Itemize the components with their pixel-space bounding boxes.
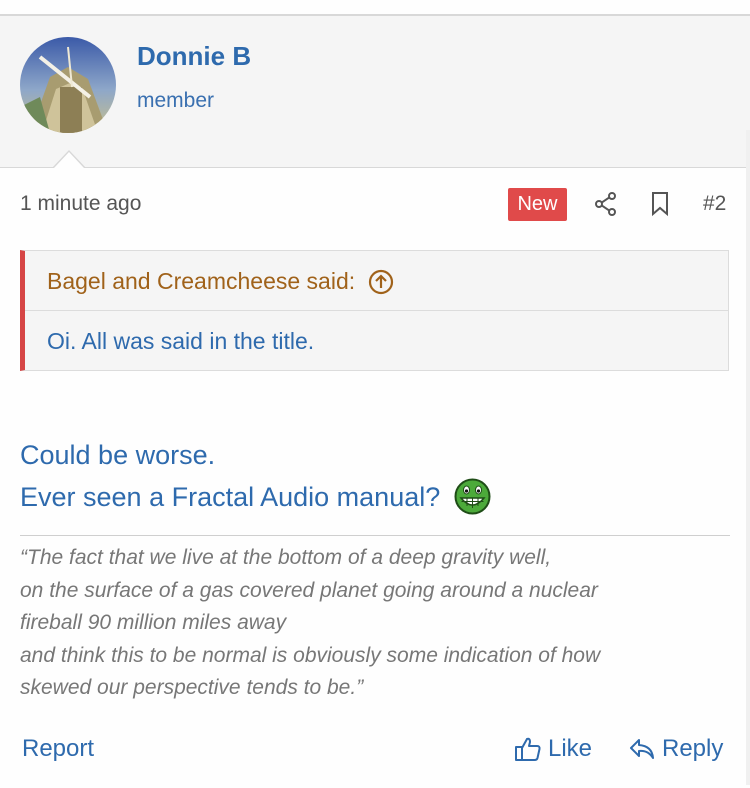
quote-text: Oi. All was said in the title. (47, 328, 315, 354)
reply-button[interactable]: Reply (628, 735, 723, 763)
like-label: Like (548, 735, 593, 762)
quote-header: Bagel and Creamcheese said: (25, 251, 728, 311)
post-user-header: Donnie B member (0, 16, 750, 168)
signature: “The fact that we live at the bottom of … (20, 542, 730, 705)
signature-divider (20, 535, 730, 536)
share-icon[interactable] (593, 191, 619, 217)
post-number-link[interactable]: #2 (703, 192, 726, 216)
signature-line: on the surface of a gas covered planet g… (20, 578, 598, 602)
arrow-up-circle-icon[interactable] (368, 269, 394, 295)
quote-author-text: Bagel and Creamcheese said: (47, 268, 356, 294)
thumbs-up-icon (515, 737, 541, 761)
reply-arrow-icon (630, 739, 654, 759)
username-link[interactable]: Donnie B (137, 41, 251, 72)
grin-smiley-icon (454, 478, 491, 515)
reply-label: Reply (662, 735, 724, 762)
quote-block: Bagel and Creamcheese said: Oi. All was … (20, 250, 729, 371)
new-badge: New (508, 188, 567, 221)
avatar[interactable] (20, 37, 116, 133)
quote-author-link[interactable]: Bagel and Creamcheese said: (47, 268, 394, 295)
signature-line: “The fact that we live at the bottom of … (20, 546, 552, 569)
signature-line: and think this to be normal is obviously… (20, 643, 601, 667)
message-line-2: Ever seen a Fractal Audio manual? (20, 476, 491, 518)
like-button[interactable]: Like (514, 735, 592, 763)
report-link[interactable]: Report (22, 735, 94, 763)
post-timestamp[interactable]: 1 minute ago (20, 192, 141, 216)
signature-line: skewed our perspective tends to be.” (20, 676, 364, 699)
user-title: member (137, 89, 215, 112)
message-line-1: Could be worse. (20, 440, 216, 470)
signature-line: fireball 90 million miles away (20, 611, 287, 634)
bookmark-icon[interactable] (648, 191, 672, 217)
right-edge-strip (746, 130, 750, 785)
post-message: Could be worse. Ever seen a Fractal Audi… (20, 434, 491, 518)
message-line-2-text: Ever seen a Fractal Audio manual? (20, 482, 441, 512)
header-pointer-fill (54, 152, 84, 168)
